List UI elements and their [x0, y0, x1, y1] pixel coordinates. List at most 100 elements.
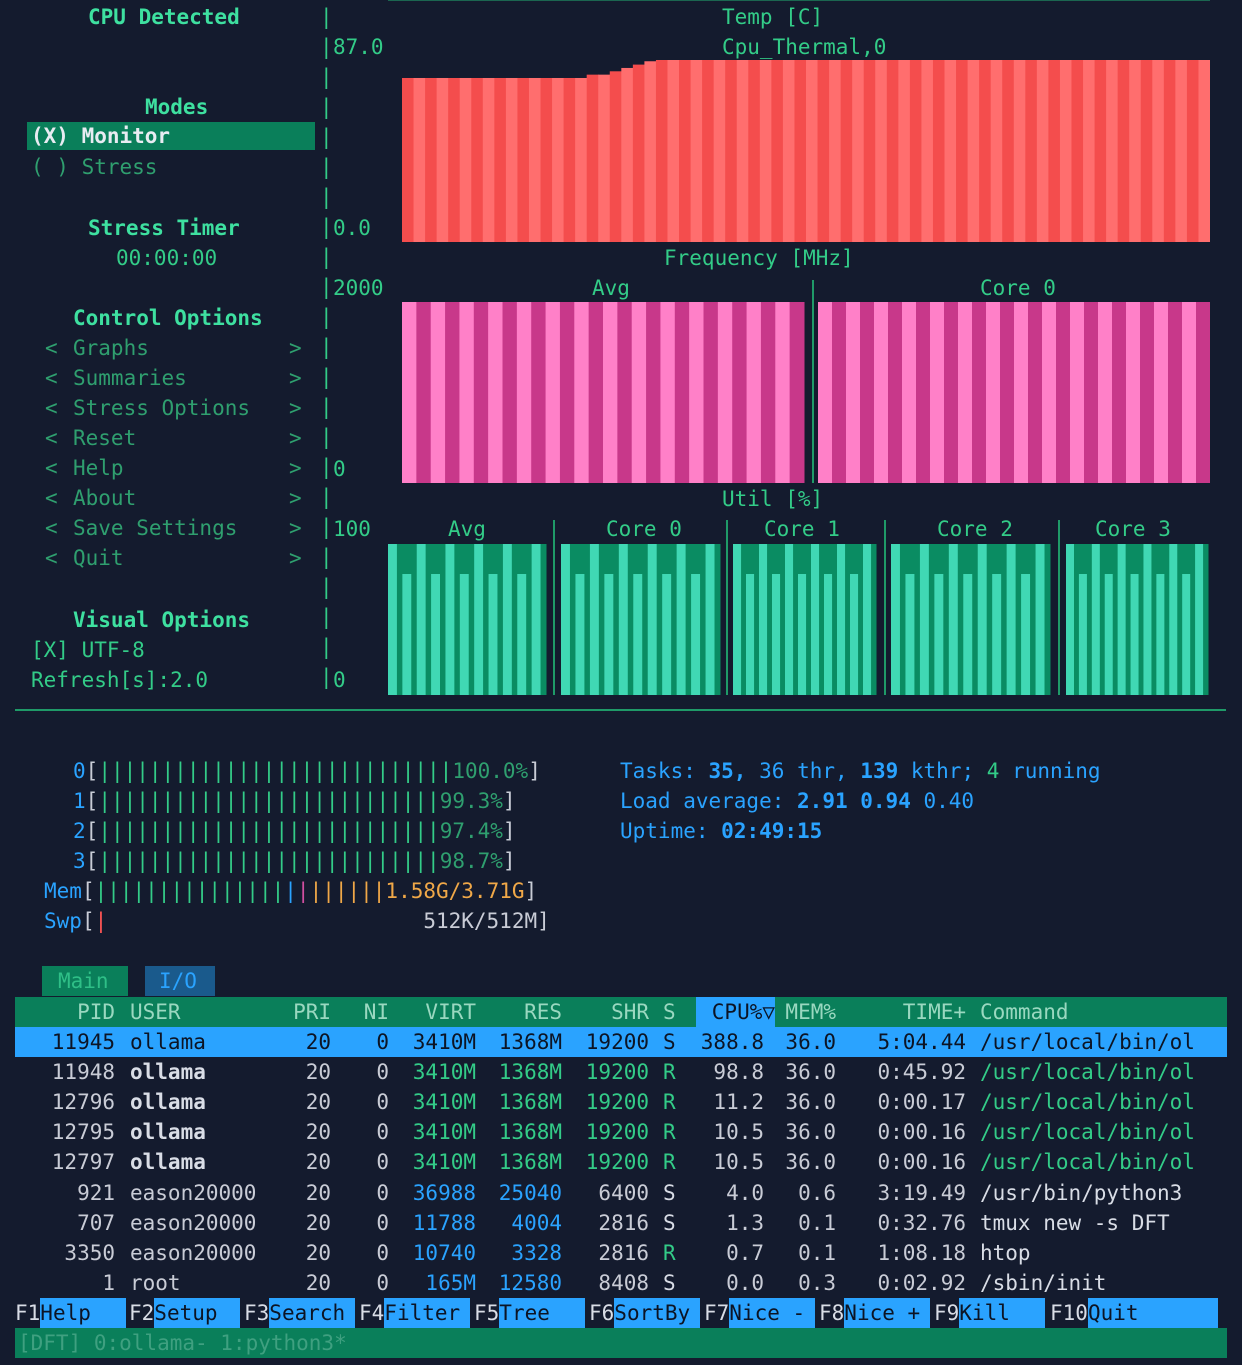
freq-bar — [916, 302, 931, 483]
table-cell: /usr/local/bin/ol — [980, 1030, 1195, 1054]
freq-bar — [789, 302, 805, 483]
util-bar — [1021, 574, 1031, 695]
table-cell: ollama — [130, 1120, 206, 1145]
temp-bar — [1186, 60, 1199, 242]
mode-stress-radio[interactable]: ( ) Stress — [31, 152, 157, 182]
fkey-label: Help — [40, 1298, 127, 1328]
table-row[interactable]: 11948 ollama 20 0 3410M 1368M 19200 R 98.8 36.0 0:… — [15, 1057, 1227, 1087]
fkey-f9[interactable]: F9Kill — [934, 1298, 1046, 1328]
fkey-f6[interactable]: F6SortBy — [589, 1298, 701, 1328]
fkey-key: F10 — [1050, 1301, 1088, 1325]
util-bar — [676, 544, 686, 695]
table-row[interactable]: 12795 ollama 20 0 3410M 1368M 19200 R 10.5 36.0 0:… — [15, 1117, 1227, 1147]
control-item-help[interactable]: < Help > — [45, 453, 302, 483]
table-cell: 1368M — [498, 1090, 562, 1115]
column-header: SHR — [611, 1000, 649, 1024]
table-cell: 20 — [305, 1210, 331, 1235]
freq-bar — [818, 302, 833, 483]
temp-bar — [1175, 60, 1188, 242]
fkey-f7[interactable]: F7Nice - — [704, 1298, 816, 1328]
fkey-key: F4 — [359, 1301, 385, 1325]
cpu-id: 3 — [73, 849, 86, 873]
util-bar — [863, 544, 872, 695]
table-cell: 1368M — [498, 1150, 562, 1175]
fkey-key: F9 — [934, 1301, 960, 1325]
temp-bar — [702, 60, 715, 242]
temp-bar — [667, 60, 680, 242]
temp-bar — [852, 60, 865, 242]
temp-bar — [402, 77, 415, 242]
table-row[interactable]: 12797 ollama 20 0 3410M 1368M 19200 R 10.5 36.0 0:… — [15, 1147, 1227, 1177]
fkey-f10[interactable]: F10Quit — [1050, 1298, 1218, 1328]
column-header: TIME+ — [902, 1000, 966, 1024]
mode-monitor-radio: (X) Monitor — [31, 124, 171, 148]
freq-bar — [1056, 302, 1071, 483]
tmux-status-text: [DFT] 0:ollama- 1:python3* — [18, 1331, 347, 1355]
util-bar — [1130, 574, 1139, 695]
table-cell: 3410M — [412, 1150, 476, 1175]
freq-bar — [674, 302, 690, 483]
tasks-label: Tasks: — [620, 759, 696, 783]
util-bar — [1006, 544, 1016, 695]
table-cell: /usr/local/bin/ol — [980, 1060, 1195, 1085]
util-bar — [977, 544, 987, 695]
pane-divider[interactable] — [15, 709, 1226, 711]
control-item-quit[interactable]: < Quit > — [45, 543, 302, 573]
freq-bar — [531, 302, 547, 483]
fkey-f1[interactable]: F1Help — [15, 1298, 127, 1328]
separator-glyph: | — [320, 485, 333, 509]
table-row[interactable]: 921 eason20000 20 0 36988 25040 6400 S 4.0 0.6 3:1… — [15, 1178, 1227, 1208]
table-cell: eason20000 — [130, 1210, 257, 1235]
table-cell: 3410M — [412, 1120, 476, 1145]
table-row[interactable]: 707 eason20000 20 0 11788 4004 2816 S 1.3 0.1 0:32… — [15, 1208, 1227, 1238]
table-cell: 0 — [376, 1090, 389, 1115]
temp-bar — [748, 60, 761, 242]
chevron-right-icon: > — [289, 456, 302, 480]
column-header: RES — [524, 1000, 562, 1024]
control-item-stress-options[interactable]: < Stress Options > — [45, 393, 302, 423]
util-graph — [388, 520, 1209, 695]
control-item-save-settings[interactable]: < Save Settings > — [45, 513, 302, 543]
table-cell: htop — [980, 1240, 1031, 1265]
temp-bar — [898, 60, 911, 242]
column-header: PID — [77, 1000, 115, 1024]
util-bar — [561, 544, 570, 695]
table-cell: 36.0 — [785, 1120, 836, 1145]
table-cell: 11945 — [51, 1030, 115, 1054]
table-row[interactable]: 3350 eason20000 20 0 10740 3328 2816 R 0.7 0.1 1:0… — [15, 1238, 1227, 1268]
load15: 0.40 — [923, 789, 975, 813]
util-bar — [746, 574, 755, 695]
column-header: CPU%▽ — [695, 997, 775, 1027]
util-panel-separator — [726, 520, 728, 695]
fkey-f3[interactable]: F3Search — [244, 1298, 356, 1328]
tab-main[interactable]: Main — [42, 966, 128, 996]
refresh-rate[interactable]: Refresh[s]:2.0 — [31, 665, 208, 695]
control-item-summaries[interactable]: < Summaries > — [45, 363, 302, 393]
fkey-f5[interactable]: F5Tree — [474, 1298, 586, 1328]
util-bar — [1066, 544, 1074, 695]
temp-bar — [1198, 60, 1210, 242]
table-cell: /sbin/init — [980, 1270, 1107, 1295]
table-row[interactable]: 1 root 20 0 165M 12580 8408 S 0.0 0.3 0:02.92/sbin… — [15, 1268, 1227, 1298]
top-border — [388, 0, 1210, 1]
fkey-f8[interactable]: F8Nice + — [819, 1298, 931, 1328]
utf8-checkbox[interactable]: [X] UTF-8 — [31, 635, 145, 665]
table-header[interactable]: PID USER PRI NI VIRT RES SHR S CPU%▽ MEM% TIME+ Com… — [15, 997, 1227, 1027]
fkey-f2[interactable]: F2Setup — [129, 1298, 241, 1328]
separator-glyph: | — [320, 395, 333, 419]
control-item-graphs[interactable]: < Graphs > — [45, 333, 302, 363]
util-bar — [589, 544, 599, 695]
tab-io[interactable]: I/O — [145, 966, 215, 996]
temp-bar — [448, 77, 461, 242]
fkey-f4[interactable]: F4Filter — [359, 1298, 471, 1328]
control-item-reset[interactable]: < Reset > — [45, 423, 302, 453]
util-bar — [963, 574, 973, 695]
util-bar — [445, 544, 455, 695]
table-row[interactable]: 11945 ollama 20 0 3410M 1368M 19200 S 388.8 36.0 5… — [15, 1027, 1227, 1057]
control-item-about[interactable]: < About > — [45, 483, 302, 513]
mode-monitor-highlight[interactable]: (X) Monitor — [27, 122, 315, 150]
util-bar — [948, 544, 958, 695]
thr-label: thr, — [797, 759, 848, 783]
table-row[interactable]: 12796 ollama 20 0 3410M 1368M 19200 R 11.2 36.0 0:… — [15, 1087, 1227, 1117]
temp-bar — [586, 74, 599, 242]
